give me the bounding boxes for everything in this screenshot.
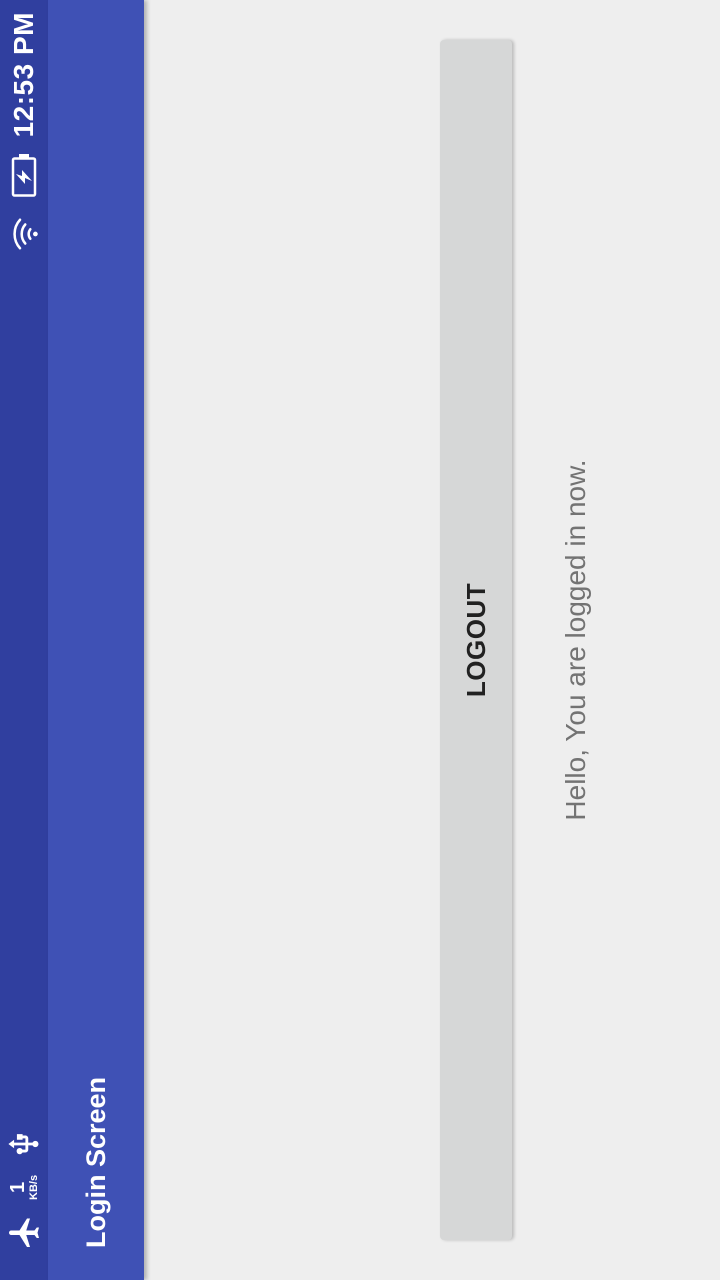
status-bar: 1 KB/s 12:53 PM xyxy=(0,0,48,1280)
app-bar: Login Screen xyxy=(48,0,144,1280)
network-speed: 1 KB/s xyxy=(7,1174,40,1200)
usb-icon xyxy=(7,1127,41,1161)
network-speed-unit: KB/s xyxy=(28,1174,40,1200)
status-left: 1 KB/s xyxy=(0,1127,48,1250)
status-right: 12:53 PM xyxy=(0,12,48,253)
screen: 1 KB/s 12:53 PM Login Screen LOGOUT Hell… xyxy=(0,0,720,1280)
airplane-icon xyxy=(6,1214,42,1250)
logout-button[interactable]: LOGOUT xyxy=(440,40,512,1240)
app-title: Login Screen xyxy=(80,1076,111,1248)
wifi-icon xyxy=(5,215,43,253)
battery-charging-icon xyxy=(11,153,37,198)
status-clock: 12:53 PM xyxy=(8,12,39,138)
logged-in-message: Hello, You are logged in now. xyxy=(560,459,591,821)
network-speed-value: 1 xyxy=(7,1181,29,1194)
